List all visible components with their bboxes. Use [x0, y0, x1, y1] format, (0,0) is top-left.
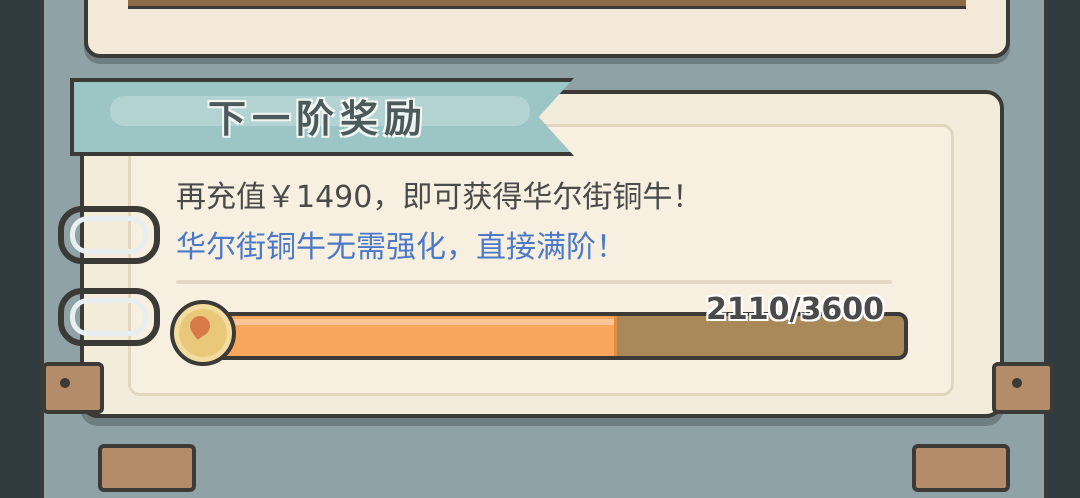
corner-bracket: [992, 362, 1054, 414]
bolt: [1012, 378, 1022, 388]
bolt: [60, 378, 70, 388]
ring-binder-icon: [58, 206, 160, 264]
corner-bracket: [42, 362, 104, 414]
reward-note: 华尔街铜牛无需强化，直接满阶！: [176, 230, 626, 265]
panel-title: 下一阶奖励: [208, 97, 429, 141]
background-left: [0, 0, 40, 498]
corner-bracket: [912, 444, 1010, 492]
previous-reward-card: [84, 0, 1010, 58]
progress-text: 2110/3600: [706, 292, 884, 327]
ring-binder-icon: [58, 288, 160, 346]
divider: [176, 280, 892, 284]
recharge-message: 再充值￥1490，即可获得华尔街铜牛！: [176, 180, 703, 215]
corner-bracket: [98, 444, 196, 492]
previous-reward-image-strip: [128, 0, 966, 9]
coin-icon: [170, 300, 236, 366]
progress-fill: [204, 316, 618, 356]
